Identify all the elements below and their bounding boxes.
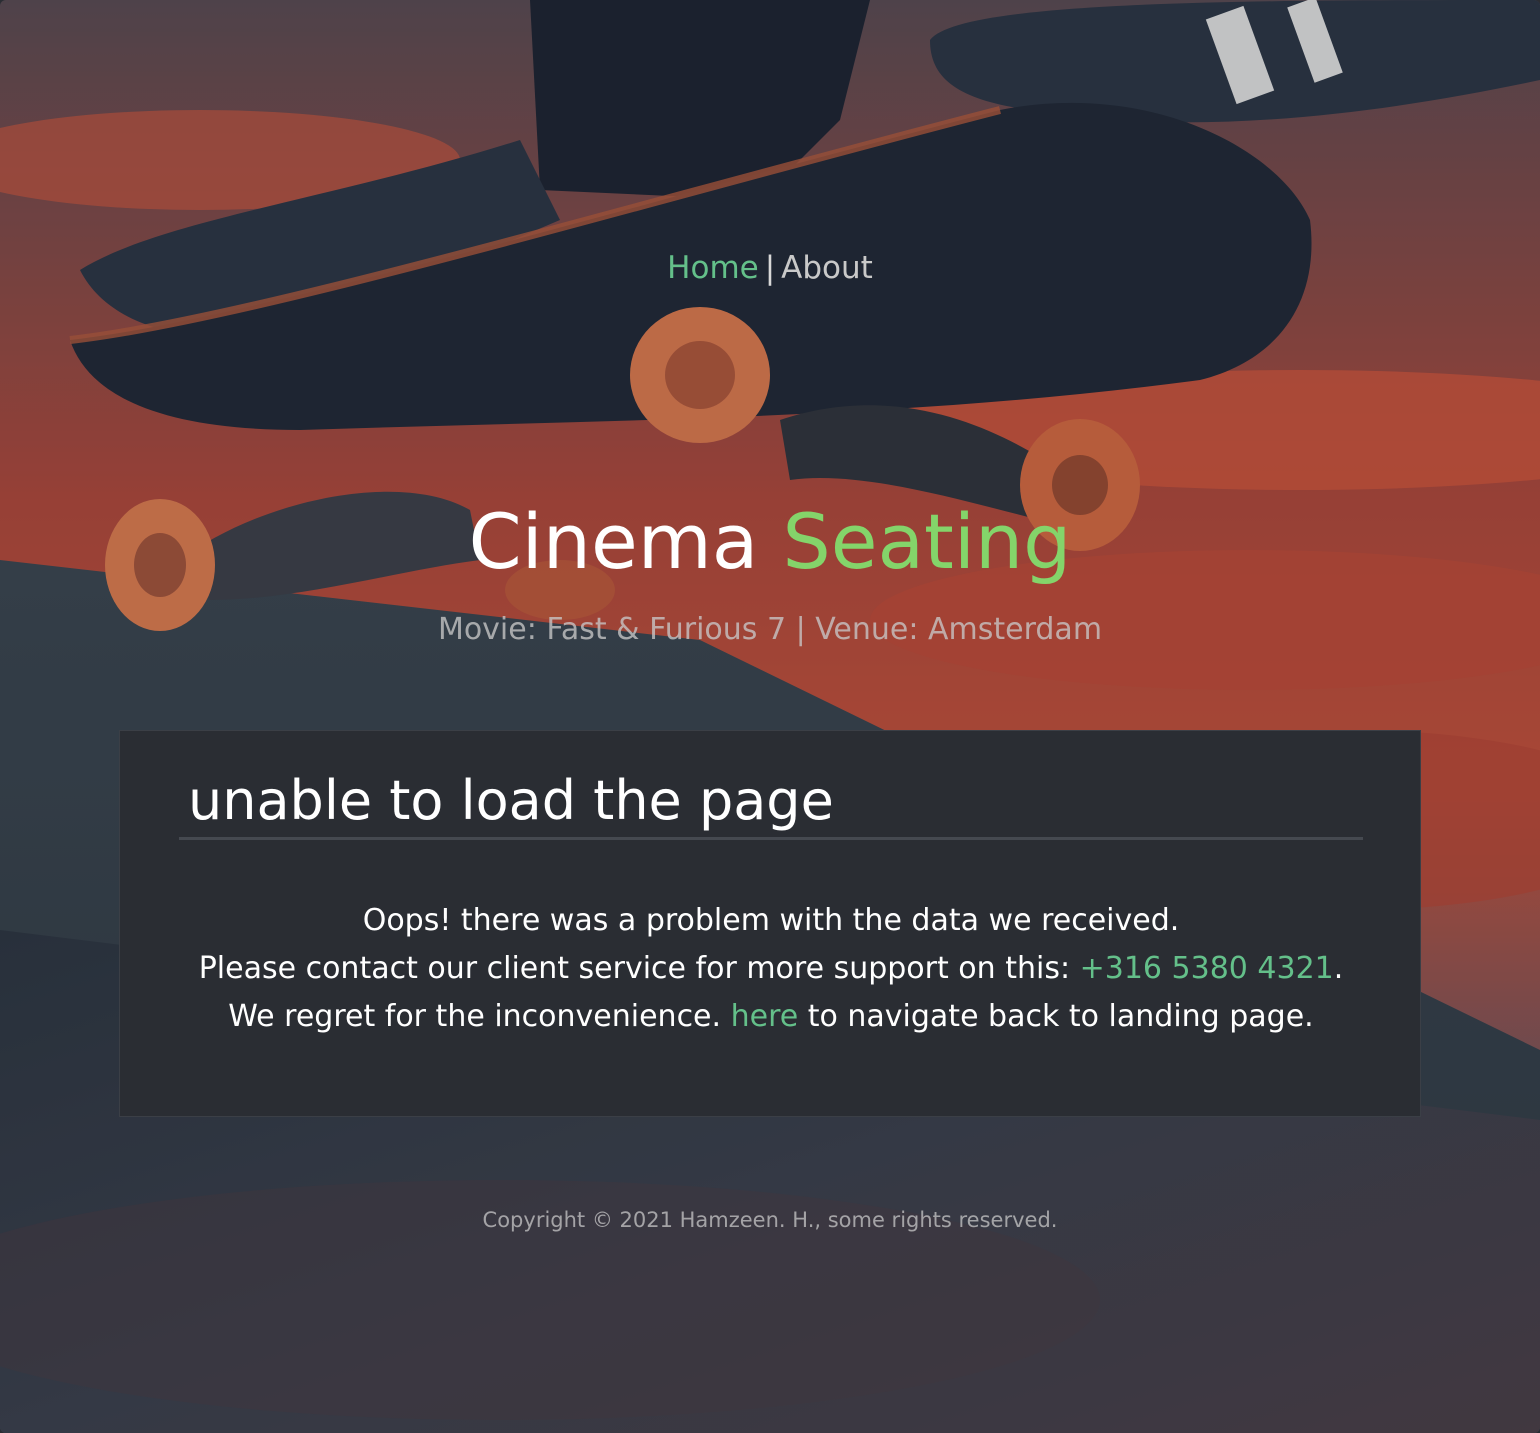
error-line-3-text: We regret for the inconvenience. xyxy=(228,999,731,1034)
site-title: Cinema Seating xyxy=(0,497,1540,586)
error-line-1: Oops! there was a problem with the data … xyxy=(362,903,1180,938)
site-title-word-cinema: Cinema xyxy=(468,497,759,586)
error-line-2-end: . xyxy=(1333,951,1344,986)
top-nav: Home | About xyxy=(0,250,1540,286)
site-title-word-seating: Seating xyxy=(782,497,1072,586)
error-line-3: We regret for the inconvenience. here to… xyxy=(120,993,1422,1041)
error-line-2-text: Please contact our client service for mo… xyxy=(198,951,1080,986)
support-phone-link[interactable]: +316 5380 4321 xyxy=(1080,951,1334,986)
error-card: unable to load the page Oops! there was … xyxy=(119,730,1421,1117)
footer-copyright: Copyright © 2021 Hamzeen. H., some right… xyxy=(482,1208,1058,1232)
back-to-landing-link[interactable]: here xyxy=(731,999,799,1034)
nav-home-link[interactable]: Home xyxy=(667,250,759,286)
nav-about-link[interactable]: About xyxy=(781,250,873,286)
error-heading: unable to load the page xyxy=(188,769,834,832)
nav-separator: | xyxy=(764,250,776,286)
error-message: Oops! there was a problem with the data … xyxy=(120,897,1422,1041)
movie-venue-subtitle: Movie: Fast & Furious 7 | Venue: Amsterd… xyxy=(437,612,1103,647)
error-line-3-end: to navigate back to landing page. xyxy=(798,999,1314,1034)
heading-divider xyxy=(179,837,1363,840)
error-line-2: Please contact our client service for mo… xyxy=(120,945,1422,993)
